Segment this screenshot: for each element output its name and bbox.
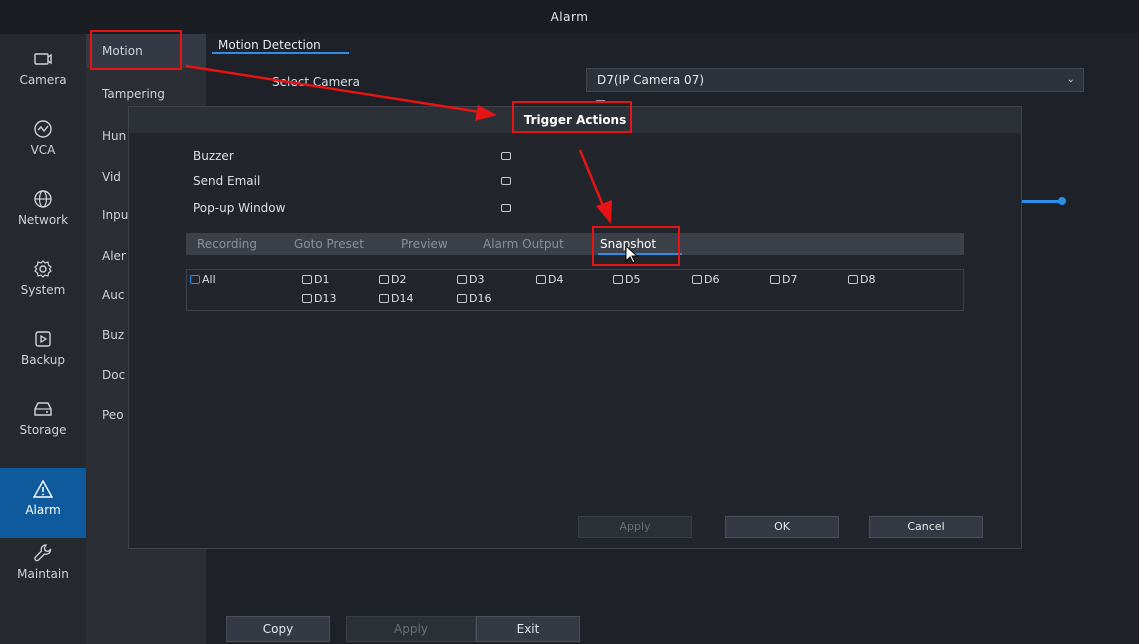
arrow-head-icon: [596, 200, 612, 224]
arrow-head-icon: [475, 105, 497, 121]
mouse-cursor-icon: [625, 245, 639, 264]
annotation-arrow: [578, 149, 606, 209]
annotation-arrows: [185, 64, 612, 224]
annotation-arrow: [185, 64, 481, 114]
